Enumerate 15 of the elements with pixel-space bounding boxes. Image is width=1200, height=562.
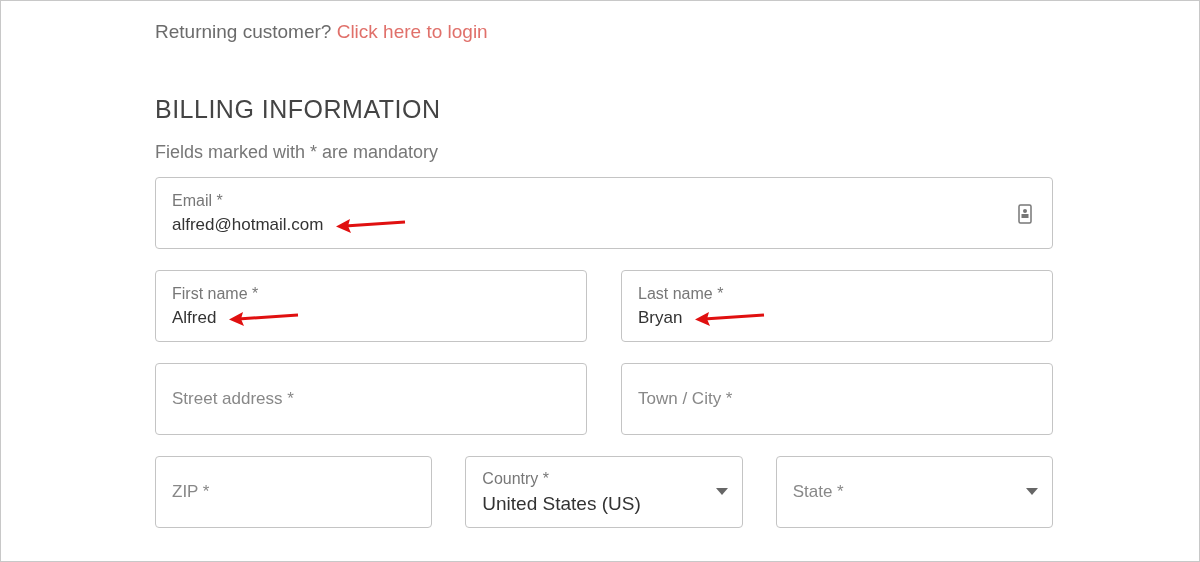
caret-icon bbox=[1026, 488, 1038, 495]
input-field[interactable]: Last name * Bryan bbox=[621, 270, 1053, 342]
login-link[interactable]: Click here to login bbox=[336, 21, 488, 42]
mandatory-note: Fields marked with * are mandatory bbox=[155, 142, 440, 163]
input-field[interactable]: Street address * bbox=[155, 363, 587, 435]
input-field[interactable]: Email * alfred@hotmail.com bbox=[155, 177, 1053, 249]
select-field[interactable]: State * bbox=[775, 456, 1053, 528]
input-field[interactable]: ZIP * bbox=[155, 456, 433, 528]
returning-customer-text: Returning customer? bbox=[155, 21, 332, 42]
input-field[interactable]: Town / City * bbox=[621, 363, 1053, 435]
input-field[interactable]: First name * Alfred bbox=[155, 270, 587, 342]
section-heading: BILLING INFORMATION bbox=[155, 95, 442, 124]
select-field[interactable]: Country * United States (US) bbox=[465, 456, 743, 528]
contact-card-icon[interactable] bbox=[1018, 204, 1032, 224]
caret-icon bbox=[715, 488, 728, 495]
